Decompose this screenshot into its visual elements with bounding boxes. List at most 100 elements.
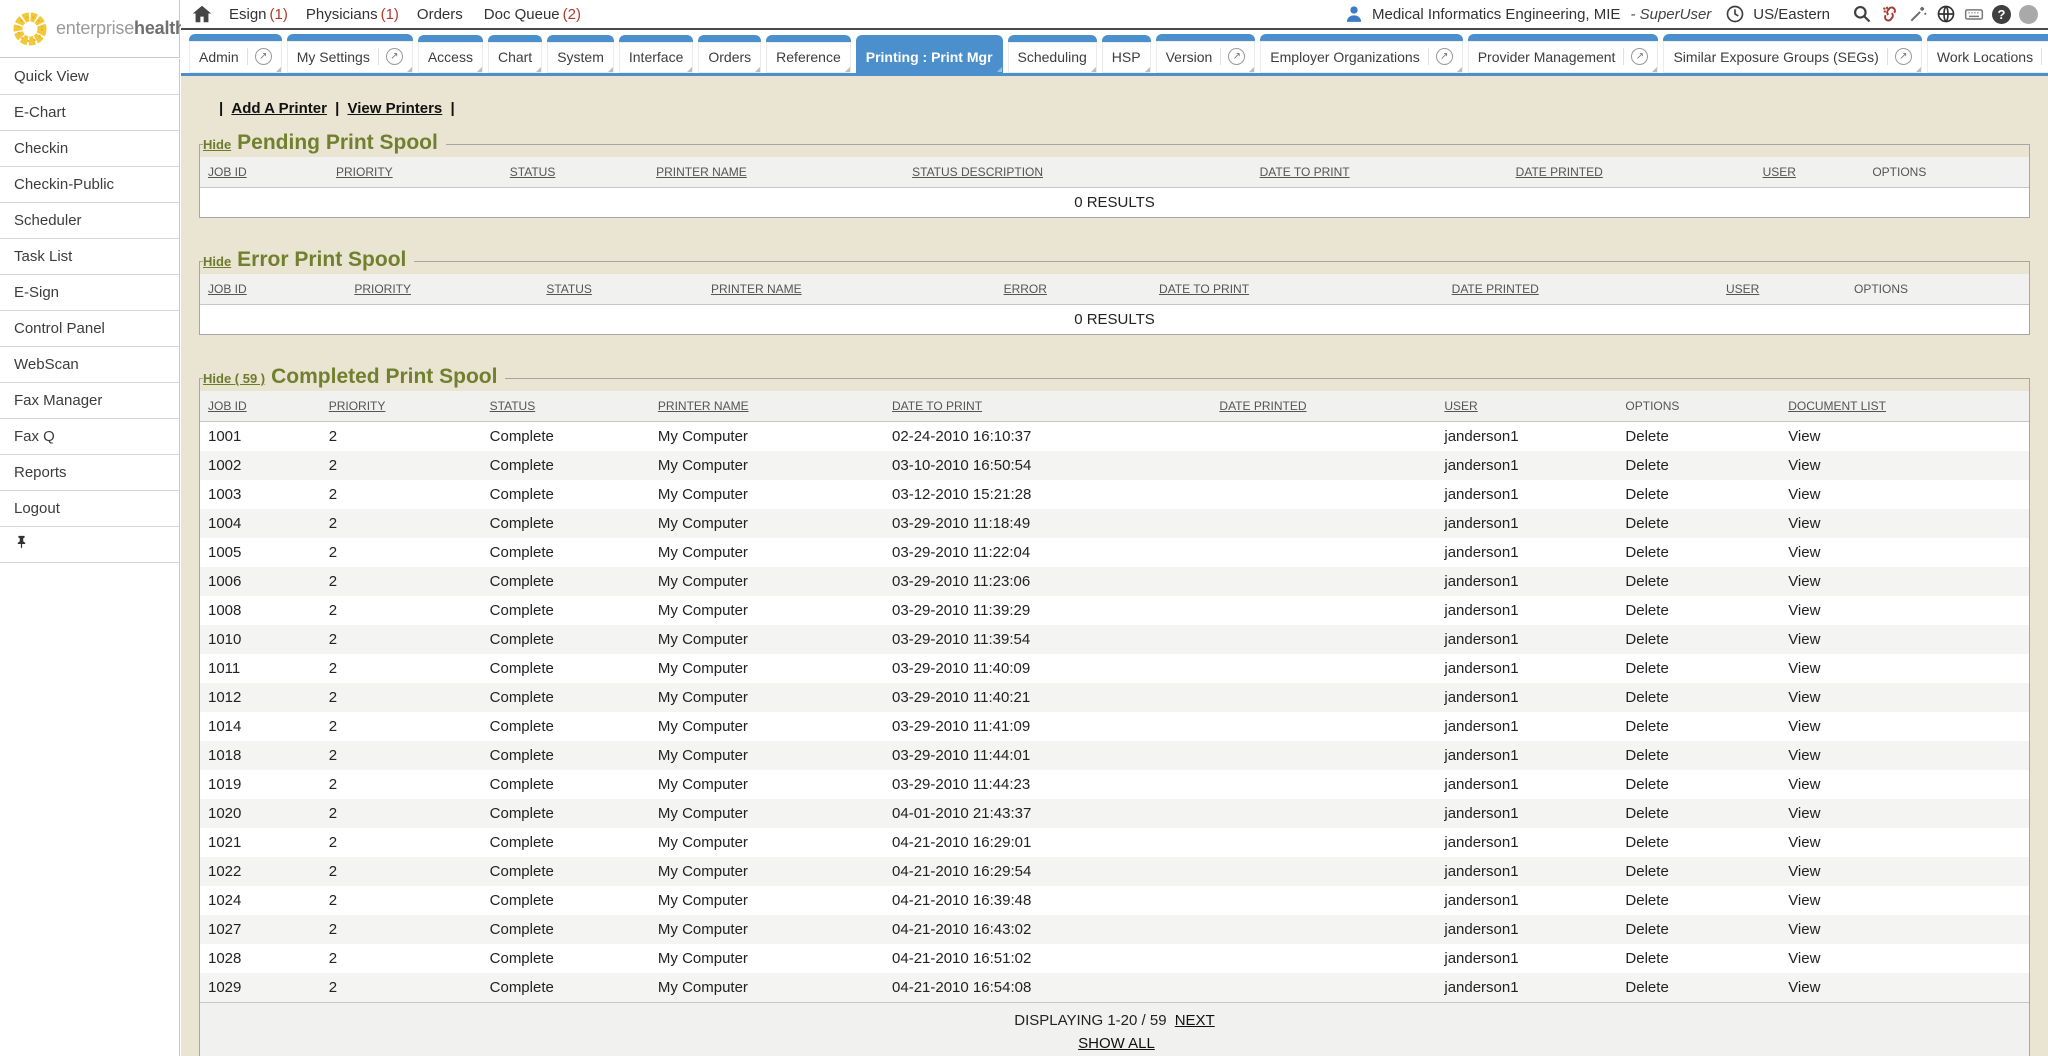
sidebar-item[interactable]: E-Chart	[0, 95, 179, 131]
delete-link[interactable]: Delete	[1625, 776, 1668, 793]
wand-icon[interactable]	[1908, 4, 1928, 24]
view-link[interactable]: View	[1788, 486, 1820, 503]
sidebar-item[interactable]: Scheduler	[0, 203, 179, 239]
column-header-label[interactable]: OPTIONS	[1625, 399, 1679, 413]
next-page-link[interactable]: NEXT	[1175, 1012, 1215, 1029]
view-link[interactable]: View	[1788, 892, 1820, 909]
column-header-label[interactable]: USER	[1444, 399, 1477, 413]
show-all-link[interactable]: SHOW ALL	[1078, 1035, 1155, 1052]
column-header-label[interactable]: PRINTER NAME	[711, 282, 802, 296]
delete-link[interactable]: Delete	[1625, 805, 1668, 822]
column-header-label[interactable]: JOB ID	[208, 399, 247, 413]
hide-completed-link[interactable]: Hide ( 59 )	[203, 371, 265, 386]
tab[interactable]: Scheduling ↗	[1008, 35, 1097, 73]
external-link-icon[interactable]: ↗	[1887, 48, 1912, 65]
external-link-icon[interactable]: ↗	[247, 48, 272, 65]
column-header-label[interactable]: PRINTER NAME	[658, 399, 749, 413]
delete-link[interactable]: Delete	[1625, 457, 1668, 474]
tab[interactable]: My Settings ↗	[287, 34, 413, 73]
external-link-icon[interactable]: ↗	[378, 48, 403, 65]
delete-link[interactable]: Delete	[1625, 747, 1668, 764]
sidebar-item[interactable]: Quick View	[0, 59, 179, 95]
view-link[interactable]: View	[1788, 921, 1820, 938]
external-link-icon[interactable]: ↗	[1220, 48, 1245, 65]
view-link[interactable]: View	[1788, 834, 1820, 851]
tab[interactable]: Employer Organizations ↗	[1260, 34, 1462, 73]
view-link[interactable]: View	[1788, 428, 1820, 445]
help-icon[interactable]: ?	[1992, 5, 2011, 24]
delete-link[interactable]: Delete	[1625, 486, 1668, 503]
view-link[interactable]: View	[1788, 544, 1820, 561]
delete-link[interactable]: Delete	[1625, 892, 1668, 909]
column-header-label[interactable]: DATE TO PRINT	[1159, 282, 1249, 296]
delete-link[interactable]: Delete	[1625, 689, 1668, 706]
view-link[interactable]: View	[1788, 573, 1820, 590]
column-header-label[interactable]: JOB ID	[208, 282, 247, 296]
view-link[interactable]: View	[1788, 631, 1820, 648]
delete-link[interactable]: Delete	[1625, 950, 1668, 967]
tab[interactable]: Similar Exposure Groups (SEGs) ↗	[1663, 34, 1921, 73]
sidebar-item[interactable]: Checkin	[0, 131, 179, 167]
column-header-label[interactable]: STATUS DESCRIPTION	[912, 165, 1043, 179]
timezone-label[interactable]: US/Eastern	[1753, 6, 1830, 23]
hide-error-link[interactable]: Hide	[203, 254, 231, 269]
column-header-label[interactable]: DOCUMENT LIST	[1788, 399, 1886, 413]
tab[interactable]: Provider Management ↗	[1468, 34, 1659, 73]
sidebar-item[interactable]: Logout	[0, 491, 179, 527]
keyboard-icon[interactable]	[1964, 4, 1984, 24]
tab[interactable]: Printing : Print Mgr ↗	[856, 35, 1003, 73]
tab[interactable]: System ↗	[547, 35, 614, 73]
tab[interactable]: HSP ↗	[1102, 35, 1151, 73]
view-link[interactable]: View	[1788, 515, 1820, 532]
sidebar-item[interactable]: Reports	[0, 455, 179, 491]
view-link[interactable]: View	[1788, 602, 1820, 619]
sidebar-item[interactable]: Checkin-Public	[0, 167, 179, 203]
external-link-icon[interactable]: ↗	[1428, 48, 1453, 65]
view-link[interactable]: View	[1788, 863, 1820, 880]
external-link-icon[interactable]: ↗	[1623, 48, 1648, 65]
column-header-label[interactable]: OPTIONS	[1854, 282, 1908, 296]
column-header-label[interactable]: DATE PRINTED	[1452, 282, 1539, 296]
delete-link[interactable]: Delete	[1625, 631, 1668, 648]
tab[interactable]: Reference ↗	[766, 35, 851, 73]
view-link[interactable]: View	[1788, 457, 1820, 474]
view-link[interactable]: View	[1788, 747, 1820, 764]
sidebar-item[interactable]: Control Panel	[0, 311, 179, 347]
column-header-label[interactable]: PRINTER NAME	[656, 165, 747, 179]
column-header-label[interactable]: DATE TO PRINT	[892, 399, 982, 413]
view-link[interactable]: View	[1788, 718, 1820, 735]
tab[interactable]: Chart ↗	[488, 35, 542, 73]
tab[interactable]: Access ↗	[418, 35, 483, 73]
delete-link[interactable]: Delete	[1625, 921, 1668, 938]
top-nav-item[interactable]: Physicians(1)	[306, 6, 399, 23]
column-header-label[interactable]: ERROR	[1004, 282, 1047, 296]
sidebar-item[interactable]: Task List	[0, 239, 179, 275]
top-nav-item[interactable]: Doc Queue(2)	[484, 6, 581, 23]
broken-link-icon[interactable]	[1880, 4, 1900, 24]
sidebar-item[interactable]: WebScan	[0, 347, 179, 383]
column-header-label[interactable]: STATUS	[490, 399, 536, 413]
tab[interactable]: Interface ↗	[619, 35, 693, 73]
sidebar-item[interactable]: E-Sign	[0, 275, 179, 311]
view-printers-link[interactable]: View Printers	[347, 100, 442, 117]
tab[interactable]: Version ↗	[1156, 34, 1256, 73]
column-header-label[interactable]: DATE TO PRINT	[1260, 165, 1350, 179]
delete-link[interactable]: Delete	[1625, 718, 1668, 735]
tab[interactable]: Orders ↗	[698, 35, 761, 73]
delete-link[interactable]: Delete	[1625, 602, 1668, 619]
organization-name[interactable]: Medical Informatics Engineering, MIE	[1372, 6, 1620, 23]
view-link[interactable]: View	[1788, 979, 1820, 996]
column-header-label[interactable]: USER	[1763, 165, 1796, 179]
external-link-icon[interactable]: ↗	[2041, 48, 2048, 65]
view-link[interactable]: View	[1788, 950, 1820, 967]
sidebar-item[interactable]: Fax Q	[0, 419, 179, 455]
hide-pending-link[interactable]: Hide	[203, 137, 231, 152]
view-link[interactable]: View	[1788, 805, 1820, 822]
top-nav-item[interactable]: Orders	[417, 6, 466, 23]
column-header-label[interactable]: DATE PRINTED	[1516, 165, 1603, 179]
view-link[interactable]: View	[1788, 660, 1820, 677]
column-header-label[interactable]: DATE PRINTED	[1219, 399, 1306, 413]
globe-icon[interactable]	[1936, 4, 1956, 24]
column-header-label[interactable]: JOB ID	[208, 165, 247, 179]
sidebar-pin-row[interactable]	[0, 527, 179, 563]
